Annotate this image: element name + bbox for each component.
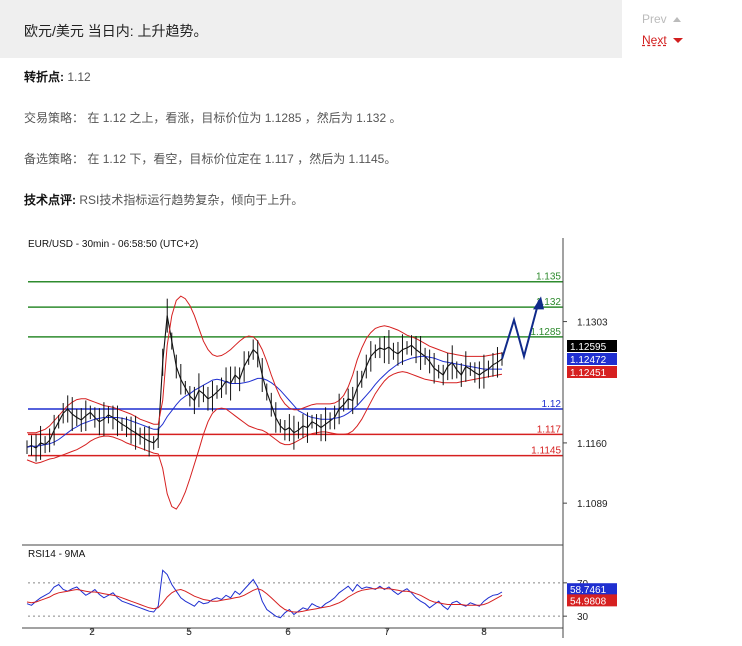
chart-title: EUR/USD - 30min - 06:58:50 (UTC+2) — [28, 239, 198, 250]
comment-text: RSI技术指标运行趋势复杂，倾向于上升。 — [79, 193, 304, 207]
rsi-title: RSI14 - 9MA — [28, 549, 86, 560]
x-tick-label-0: 2 — [89, 627, 95, 638]
strategy-label: 交易策略： — [24, 111, 85, 125]
alt-strategy-text: 在 1.12 下，看空，目标价位定在 1.117 ，然后为 1.1145。 — [87, 152, 397, 166]
price-tag-label-1: 1.12472 — [570, 355, 607, 366]
caret-up-icon — [672, 17, 681, 22]
x-tick-label-1: 5 — [186, 627, 192, 638]
level-label-3: 1.12 — [542, 399, 562, 410]
x-tick-label-2: 6 — [285, 627, 291, 638]
level-label-5: 1.1145 — [531, 446, 561, 457]
price-chart-svg: 1.1351.1321.12851.121.1171.1145 1.13031.… — [22, 234, 622, 638]
level-label-4: 1.117 — [537, 424, 562, 435]
header-bar: 欧元/美元 当日内: 上升趋势。 — [0, 0, 622, 58]
comment-label: 技术点评: — [24, 193, 76, 207]
price-tag-label-0: 1.12595 — [570, 342, 607, 353]
x-tick-label-4: 8 — [481, 627, 487, 638]
strategy-text: 在 1.12 之上，看涨，目标价位为 1.1285 ，然后为 1.132 。 — [87, 111, 402, 125]
price-tags: 1.12595 1.12472 1.12451 — [567, 340, 617, 379]
y-tick-label-0: 1.1303 — [577, 318, 608, 329]
y-tick-label-2: 1.1089 — [577, 499, 608, 510]
y-tick-label-1: 1.1160 — [577, 439, 607, 450]
comment-line: 技术点评: RSI技术指标运行趋势复杂，倾向于上升。 — [24, 191, 303, 208]
page-title: 欧元/美元 当日内: 上升趋势。 — [24, 23, 208, 39]
level-label-0: 1.135 — [536, 272, 561, 283]
x-tick-label-3: 7 — [384, 627, 390, 638]
pivot-value: 1.12 — [67, 70, 91, 84]
caret-down-icon — [672, 38, 683, 43]
pivot-line: 转折点: 1.12 — [24, 68, 91, 85]
rsi-tag-label-1: 54.9808 — [570, 596, 607, 607]
prev-link[interactable]: Prev — [642, 12, 683, 26]
level-label-2: 1.1285 — [530, 327, 561, 338]
prev-label: Prev — [642, 12, 667, 26]
pager: Prev Next — [642, 12, 683, 47]
alt-strategy-line: 备选策略： 在 1.12 下，看空，目标价位定在 1.117 ，然后为 1.11… — [24, 150, 396, 167]
rsi-tick-label-1: 30 — [577, 612, 589, 623]
pivot-label: 转折点: — [24, 70, 64, 84]
next-label: Next — [642, 33, 667, 47]
strategy-line: 交易策略： 在 1.12 之上，看涨，目标价位为 1.1285 ，然后为 1.1… — [24, 109, 401, 126]
price-chart: 1.135 1.132 1.1285 1.12 1.117 1.1145 1.1303 1.… — [22, 234, 622, 643]
alt-strategy-label: 备选策略： — [24, 152, 85, 166]
price-tag-label-2: 1.12451 — [570, 368, 607, 379]
next-link[interactable]: Next — [642, 33, 683, 47]
